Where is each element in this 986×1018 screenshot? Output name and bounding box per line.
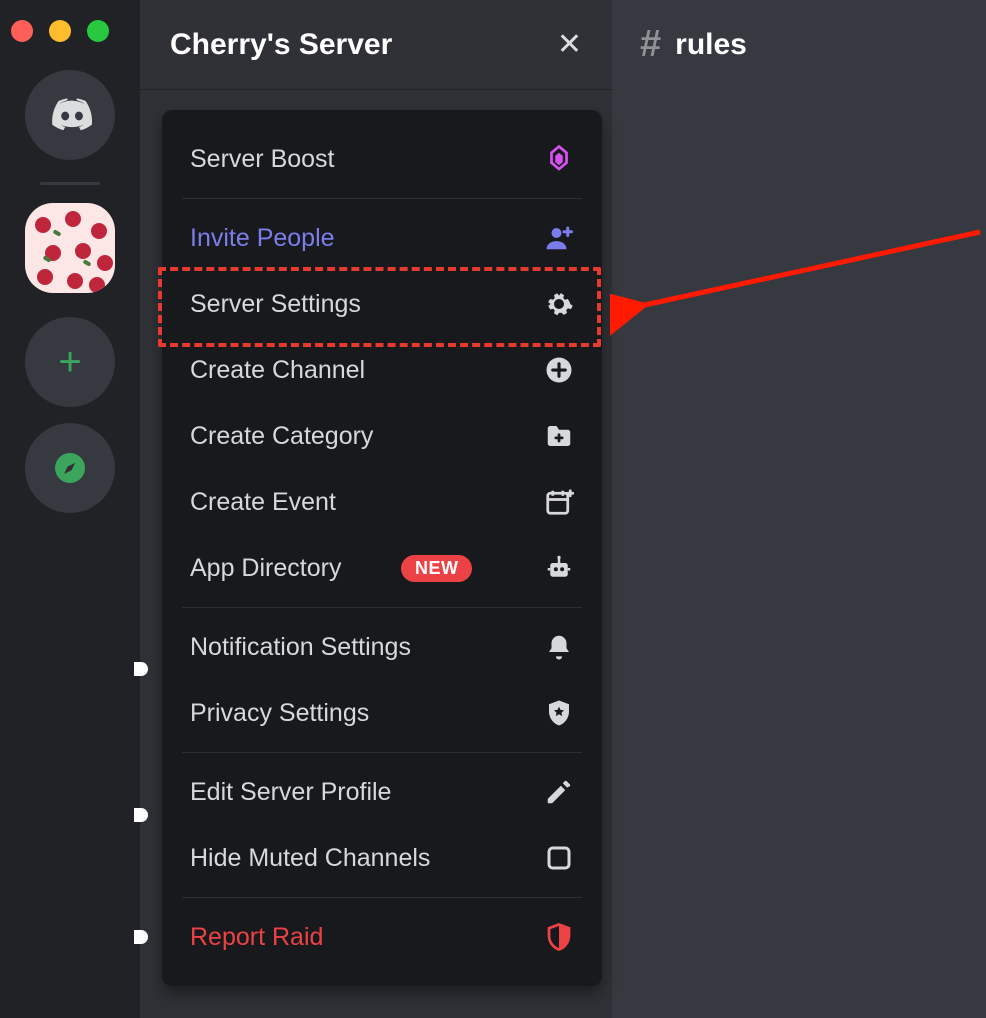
menu-separator xyxy=(182,198,582,199)
folder-plus-icon xyxy=(544,421,574,451)
menu-label: Privacy Settings xyxy=(190,699,369,728)
menu-notification-settings[interactable]: Notification Settings xyxy=(162,614,602,680)
minimize-window-button[interactable] xyxy=(49,20,71,42)
server-avatar-cherry[interactable] xyxy=(25,203,115,293)
circle-plus-icon xyxy=(544,355,574,385)
person-plus-icon xyxy=(544,223,574,253)
close-icon[interactable]: ✕ xyxy=(557,27,582,62)
menu-label: App Directory xyxy=(190,554,341,583)
channel-indicator-pip xyxy=(134,930,148,944)
channel-header: # rules xyxy=(612,0,986,90)
new-badge: NEW xyxy=(401,555,473,582)
menu-separator xyxy=(182,752,582,753)
menu-invite-people[interactable]: Invite People xyxy=(162,205,602,271)
close-window-button[interactable] xyxy=(11,20,33,42)
gear-icon xyxy=(544,289,574,319)
channel-indicator-pip xyxy=(134,662,148,676)
compass-icon xyxy=(52,450,88,486)
menu-label: Edit Server Profile xyxy=(190,778,391,807)
menu-label: Invite People xyxy=(190,224,335,253)
menu-create-event[interactable]: Create Event xyxy=(162,469,602,535)
boost-gem-icon xyxy=(544,144,574,174)
add-server-button[interactable]: + xyxy=(25,317,115,407)
main-content: # rules xyxy=(612,0,986,1018)
channel-name: rules xyxy=(675,28,747,62)
menu-separator xyxy=(182,607,582,608)
server-context-menu: Server Boost Invite People Server Settin… xyxy=(162,110,602,986)
menu-label: Report Raid xyxy=(190,923,323,952)
menu-edit-server-profile[interactable]: Edit Server Profile xyxy=(162,759,602,825)
checkbox-empty-icon xyxy=(544,843,574,873)
home-dm-button[interactable] xyxy=(25,70,115,160)
guild-separator xyxy=(40,182,100,185)
bell-icon xyxy=(544,632,574,662)
menu-label: Create Event xyxy=(190,488,336,517)
menu-hide-muted-channels[interactable]: Hide Muted Channels xyxy=(162,825,602,891)
menu-label: Create Channel xyxy=(190,356,365,385)
discord-logo-icon xyxy=(45,90,95,140)
window-controls xyxy=(11,20,109,42)
menu-app-directory[interactable]: App Directory NEW xyxy=(162,535,602,601)
menu-privacy-settings[interactable]: Privacy Settings xyxy=(162,680,602,746)
hash-icon: # xyxy=(640,23,661,66)
pencil-icon xyxy=(544,777,574,807)
menu-label: Create Category xyxy=(190,422,373,451)
menu-label: Server Boost xyxy=(190,145,335,174)
shield-alert-icon xyxy=(544,922,574,952)
server-name: Cherry's Server xyxy=(170,28,392,62)
calendar-plus-icon xyxy=(544,487,574,517)
menu-create-channel[interactable]: Create Channel xyxy=(162,337,602,403)
guild-rail: + xyxy=(0,0,140,1018)
menu-report-raid[interactable]: Report Raid xyxy=(162,904,602,970)
menu-separator xyxy=(182,897,582,898)
menu-server-boost[interactable]: Server Boost xyxy=(162,126,602,192)
robot-icon xyxy=(544,553,574,583)
shield-star-icon xyxy=(544,698,574,728)
menu-label: Hide Muted Channels xyxy=(190,844,430,873)
maximize-window-button[interactable] xyxy=(87,20,109,42)
channel-indicator-pip xyxy=(134,808,148,822)
server-header[interactable]: Cherry's Server ✕ xyxy=(140,0,612,90)
explore-servers-button[interactable] xyxy=(25,423,115,513)
menu-server-settings[interactable]: Server Settings xyxy=(162,271,602,337)
menu-label: Notification Settings xyxy=(190,633,411,662)
menu-label: Server Settings xyxy=(190,290,361,319)
menu-create-category[interactable]: Create Category xyxy=(162,403,602,469)
